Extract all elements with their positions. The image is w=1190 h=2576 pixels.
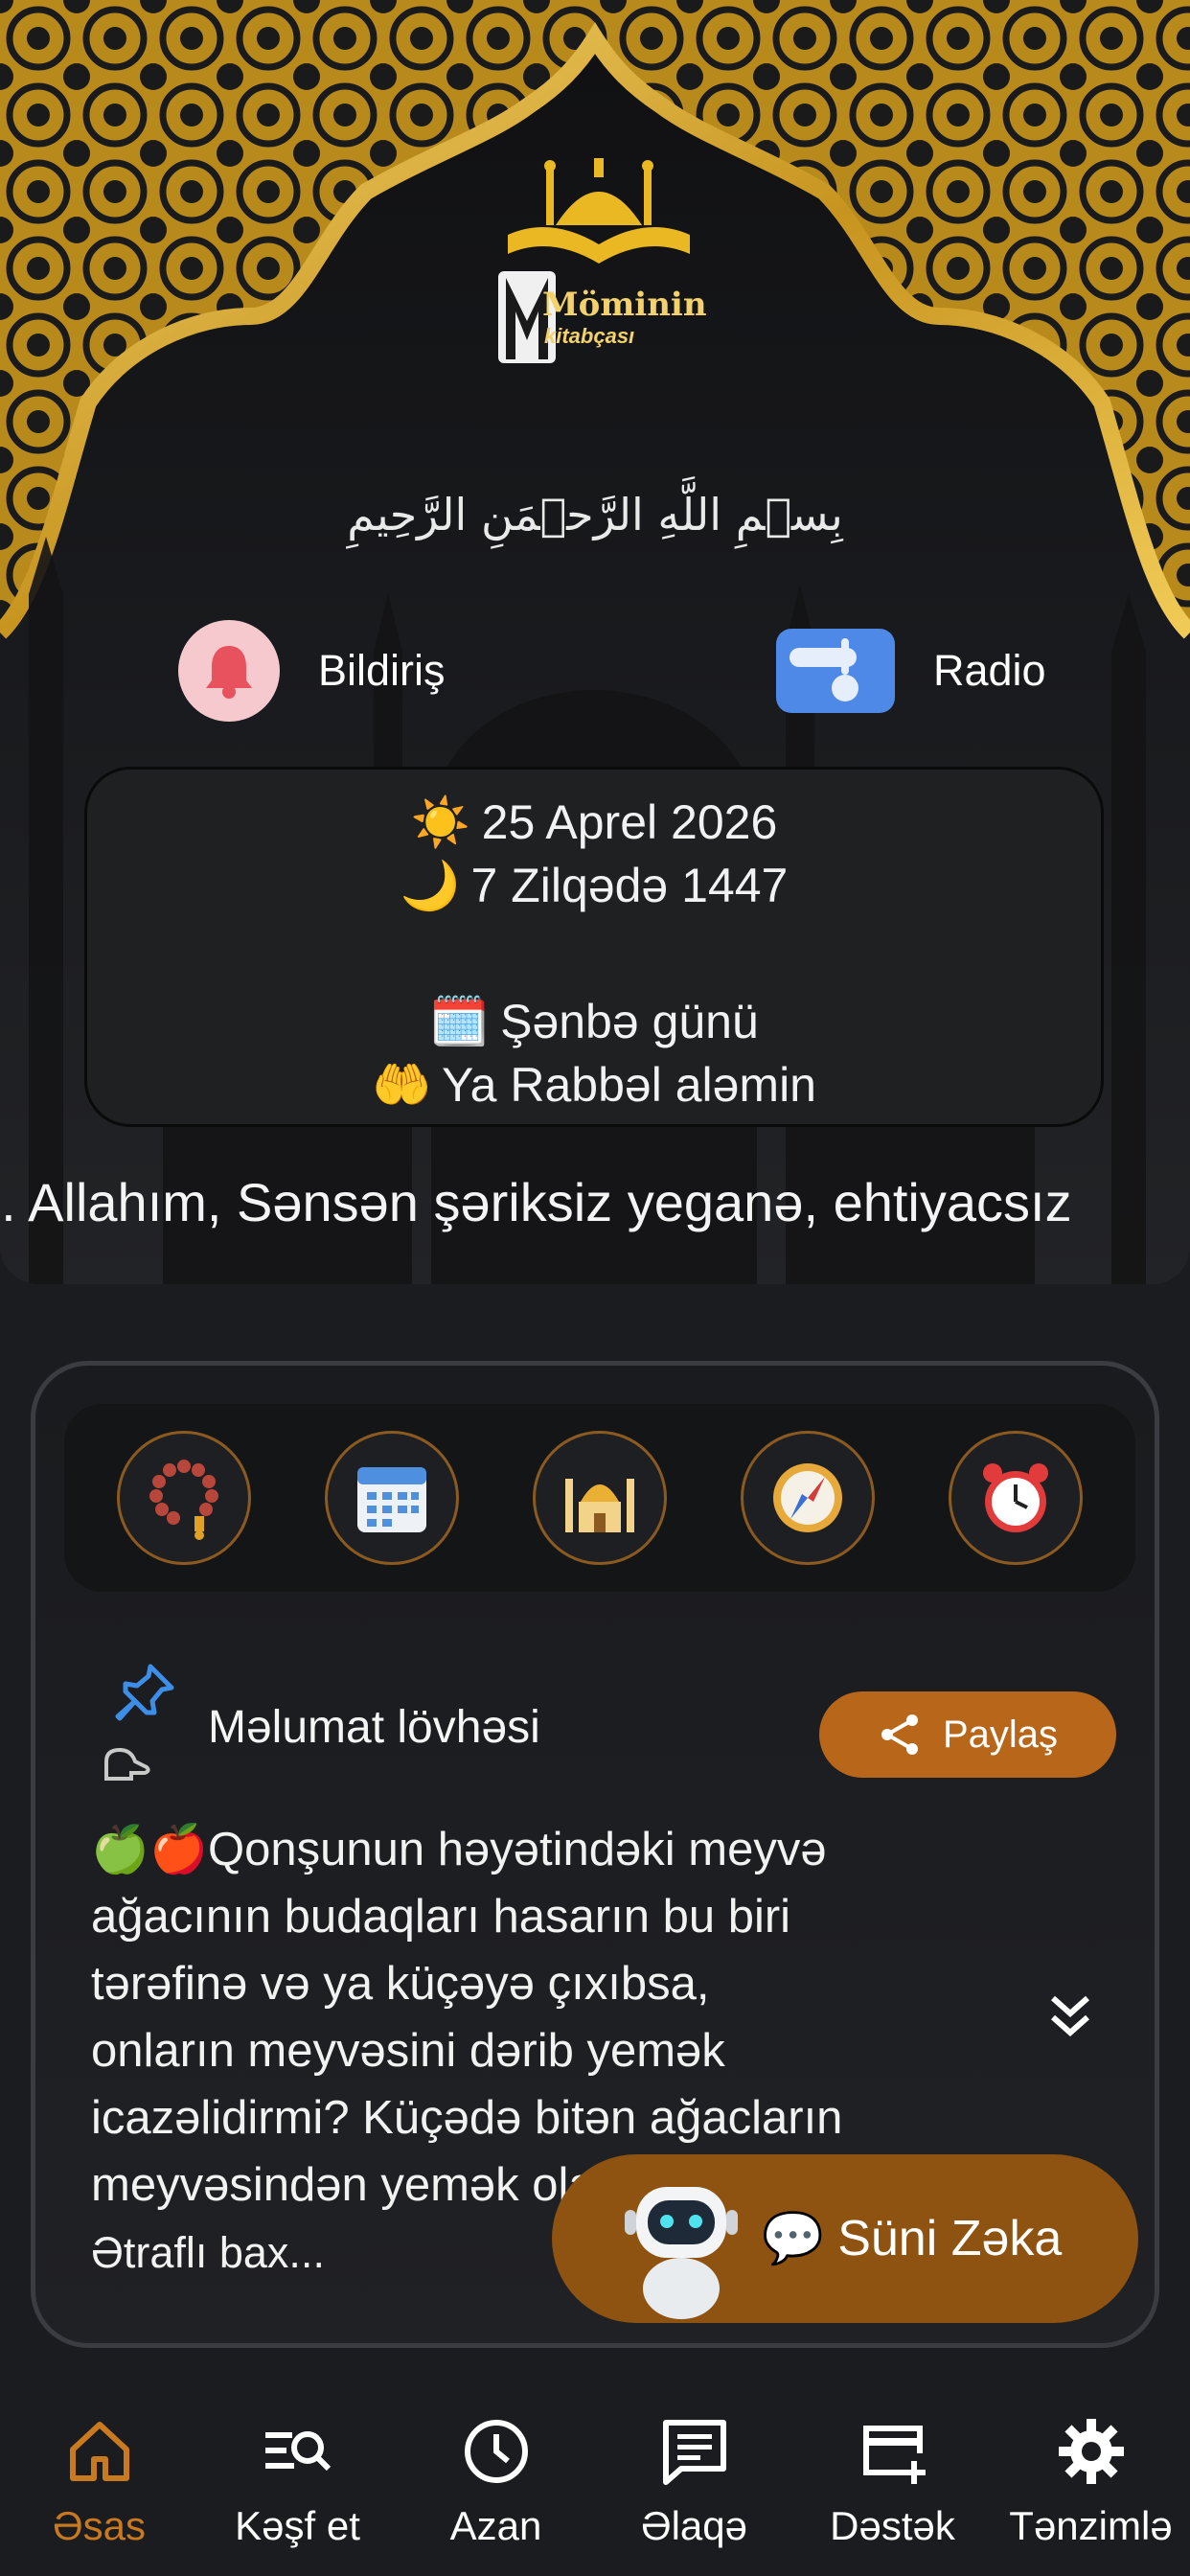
- praying-hands-icon: 🤲: [372, 1058, 432, 1112]
- calendar-button[interactable]: [324, 1431, 459, 1565]
- share-icon: [881, 1714, 918, 1755]
- hero-header: Möminin kitabçası بِسۡمِ اللَّهِ الرَّحۡ…: [0, 0, 1190, 1284]
- card-plus-icon: [862, 2426, 926, 2484]
- nav-label-contact: Əlaqə: [640, 2503, 747, 2548]
- tasbih-button[interactable]: [116, 1431, 251, 1565]
- sun-icon: ☀️: [410, 795, 471, 849]
- chat-icon: [662, 2420, 726, 2485]
- article-line: icazəlidirmi? Küçədə bitən ağacların: [91, 2092, 843, 2144]
- compass-icon: [773, 1463, 843, 1532]
- gregorian-date: ☀️ 25 Aprel 2026: [87, 791, 1101, 854]
- chevron-double-down-icon[interactable]: [1041, 1989, 1099, 2046]
- basmala-text: بِسۡمِ اللَّهِ الرَّحۡمَنِ الرَّحِيمِ: [347, 489, 843, 540]
- hijri-date: 🌙 7 Zilqədə 1447: [87, 854, 1101, 917]
- article-line: ağacının budaqları hasarın bu biri: [91, 1891, 791, 1943]
- robot-icon: [625, 2187, 738, 2319]
- article-line: 🍏🍎Qonşunun həyətindəki meyvə: [91, 1824, 827, 1875]
- read-more-link[interactable]: Ətraflı bax...: [91, 2228, 325, 2278]
- clock-icon: [464, 2420, 528, 2483]
- calendar-icon: [356, 1467, 426, 1532]
- home-icon: [69, 2422, 129, 2481]
- mosque-icon: [564, 1479, 634, 1532]
- logo-subtitle: kitabçası: [544, 324, 635, 348]
- board-title: Məlumat lövhəsi: [208, 1702, 540, 1753]
- nav-label-home: Əsas: [53, 2503, 146, 2548]
- article-line: tərəfinə və ya küçəyə çıxıbsa,: [91, 1958, 710, 2010]
- ai-assistant-label: 💬 Süni Zəka: [762, 2211, 1063, 2266]
- weekday: 🗓️ Şənbə günü: [87, 990, 1101, 1053]
- radio-icon: [776, 629, 895, 713]
- nav-item-settings[interactable]: Tənzimlə: [992, 2386, 1190, 2576]
- prayer-beads-icon: [149, 1460, 218, 1540]
- nav-item-contact[interactable]: Əlaqə: [595, 2386, 793, 2576]
- mosque-button[interactable]: [532, 1431, 667, 1565]
- nav-item-support[interactable]: Dəstək: [793, 2386, 992, 2576]
- pin-icon: [115, 1664, 174, 1721]
- nav-label-settings: Tənzimlə: [1009, 2503, 1173, 2548]
- share-button[interactable]: Paylaş: [819, 1691, 1116, 1778]
- notifications-label: Bildiriş: [318, 646, 446, 695]
- alarm-clock-icon: [983, 1463, 1049, 1532]
- nav-label-explore: Kəşf et: [235, 2503, 360, 2548]
- nav-item-home[interactable]: Əsas: [0, 2386, 198, 2576]
- gear-icon: [1058, 2419, 1124, 2484]
- nav-label-azan: Azan: [449, 2503, 542, 2548]
- tools-row: [64, 1404, 1135, 1592]
- calendar-icon: 🗓️: [429, 995, 490, 1048]
- bottom-navigation: Əsas Kəşf et Azan Əlaqə Dəstək Tənzimlə: [0, 2386, 1190, 2576]
- nav-label-support: Dəstək: [830, 2503, 955, 2548]
- nav-item-explore[interactable]: Kəşf et: [198, 2386, 397, 2576]
- board-header: Məlumat lövhəsi Paylaş: [35, 1653, 1155, 1781]
- search-list-icon: [264, 2431, 331, 2472]
- daily-dua: 🤲 Ya Rabbəl aləmin: [87, 1053, 1101, 1116]
- radio-label: Radio: [933, 646, 1046, 695]
- share-label: Paylaş: [942, 1713, 1059, 1756]
- alarm-button[interactable]: [949, 1431, 1084, 1565]
- hand-icon: [104, 1747, 150, 1781]
- radio-button[interactable]: Radio: [776, 623, 1046, 719]
- notifications-button[interactable]: Bildiriş: [178, 620, 446, 722]
- bell-icon: [178, 620, 280, 722]
- article-line: onların meyvəsini dərib yemək: [91, 2025, 725, 2077]
- date-card: ☀️ 25 Aprel 2026 🌙 7 Zilqədə 1447 🗓️ Şən…: [84, 767, 1104, 1127]
- moon-icon: 🌙: [400, 859, 460, 912]
- qibla-compass-button[interactable]: [741, 1431, 876, 1565]
- nav-item-azan[interactable]: Azan: [397, 2386, 595, 2576]
- logo-title: Möminin: [542, 286, 707, 324]
- scrolling-dua-text: n. Allahım, Sənsən şəriksiz yeganə, ehti…: [0, 1172, 1072, 1232]
